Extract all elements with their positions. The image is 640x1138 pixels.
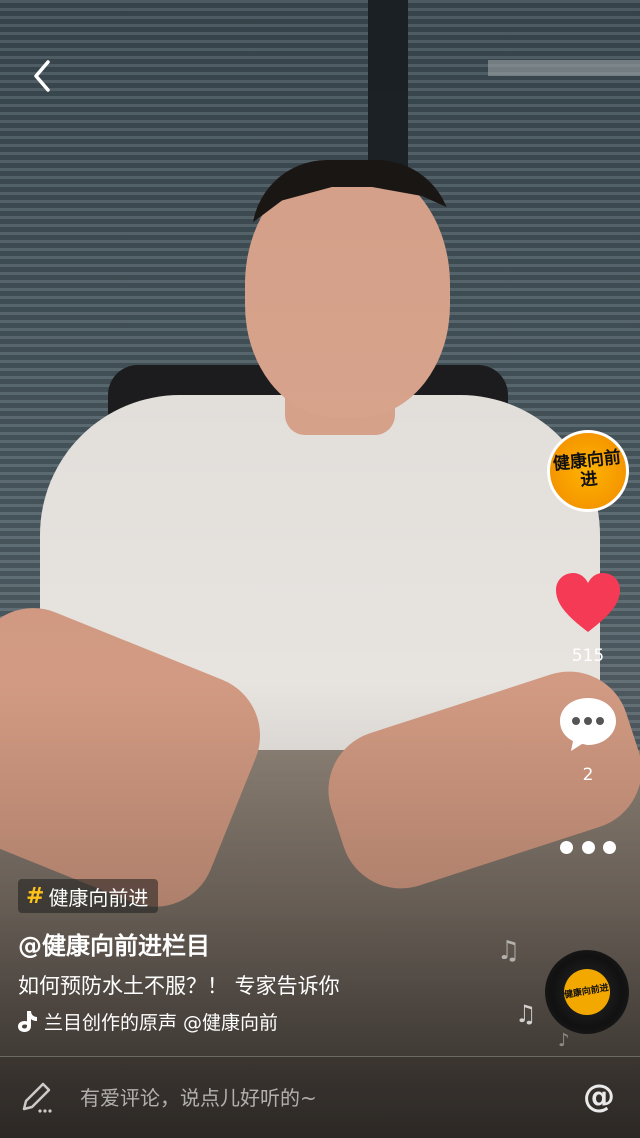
heart-icon <box>556 573 620 632</box>
music-info[interactable]: 兰目创作的原声 @健康向前 <box>16 1006 356 1036</box>
more-dot <box>581 840 595 854</box>
hashtag-chip[interactable]: # 健康向前进 <box>18 879 159 913</box>
pen-icon <box>22 1082 52 1113</box>
like-count: 515 <box>571 646 605 666</box>
author-name[interactable]: @健康向前进栏目 <box>18 926 210 961</box>
hashtag-text: 健康向前进 <box>48 885 149 910</box>
more-dot <box>603 840 616 854</box>
music-disc-label: 健康向前进 <box>563 983 611 1001</box>
creator-avatar-text: 健康向前进 <box>552 447 622 491</box>
floating-note-icon: ♫ <box>515 1000 537 1028</box>
video-caption: 如何预防水土不服？！ 专家告诉你 <box>18 974 340 998</box>
music-disc-cover: 健康向前进 <box>564 969 610 1015</box>
hashtag-symbol: # <box>26 883 45 909</box>
more-dots-icon <box>560 840 573 854</box>
creator-avatar[interactable]: 健康向前进 <box>547 430 629 512</box>
mention-button[interactable]: @ <box>583 1077 615 1115</box>
comment-bar: @ <box>0 1056 640 1138</box>
music-track-text: 兰目创作的原声 @健康向前 <box>44 1011 279 1034</box>
music-disc[interactable]: 健康向前进 <box>545 950 629 1034</box>
back-button[interactable] <box>26 56 62 96</box>
comment-count: 2 <box>582 765 594 785</box>
music-note-icon <box>18 1011 37 1032</box>
comment-button[interactable] <box>557 694 619 754</box>
comment-input[interactable] <box>80 1081 520 1115</box>
floating-note-icon: ♫ <box>497 936 521 966</box>
more-button[interactable] <box>560 832 616 862</box>
video-shade <box>0 0 640 1138</box>
video-frame[interactable] <box>0 0 640 1138</box>
speech-bubble-icon <box>560 698 616 751</box>
like-button[interactable] <box>553 570 623 636</box>
floating-note-icon: ♪ <box>558 1030 570 1051</box>
chevron-left-icon <box>34 60 50 92</box>
